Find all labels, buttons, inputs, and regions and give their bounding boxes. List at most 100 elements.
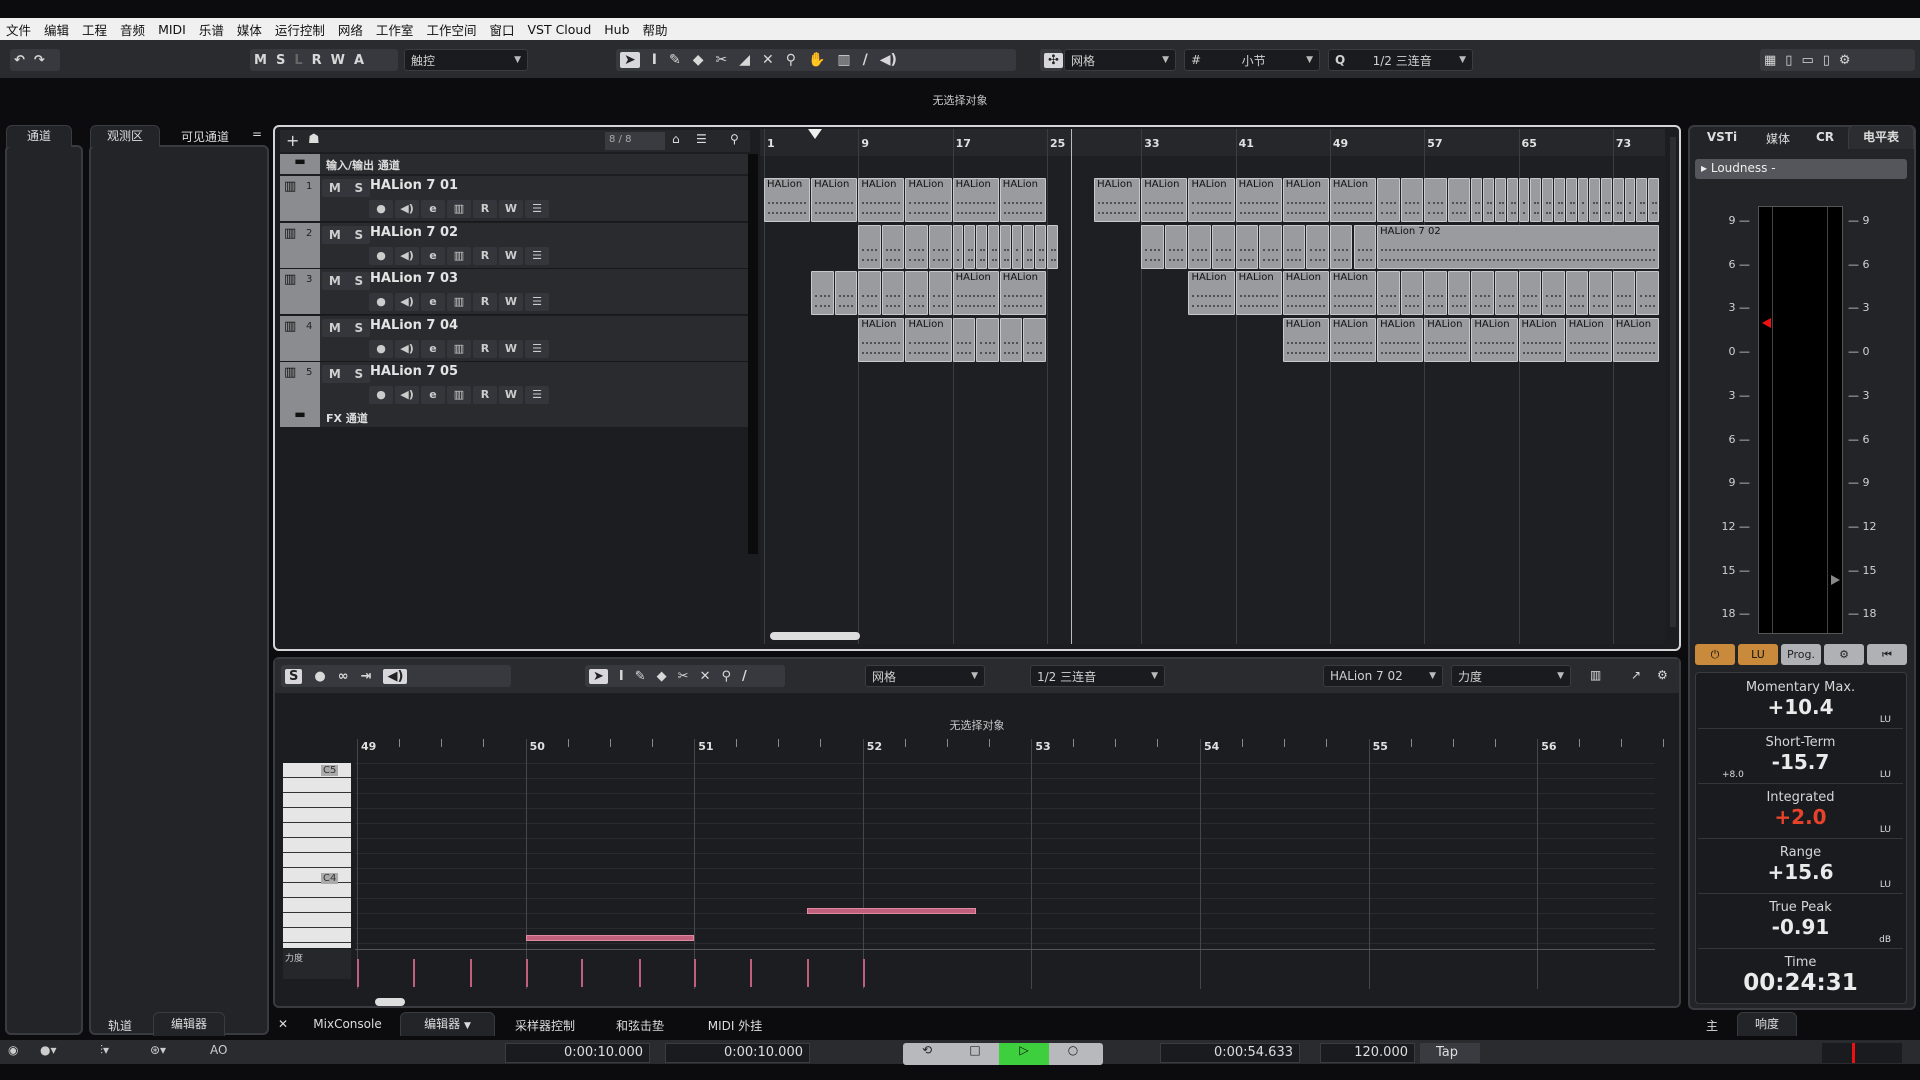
add-folder-icon[interactable]: ☗ — [308, 132, 320, 147]
midi-part[interactable] — [1589, 178, 1601, 222]
midi-part[interactable]: HALion — [858, 317, 905, 362]
midi-part[interactable]: HALion 7 02 — [1377, 224, 1660, 269]
controller-dropdown[interactable]: 力度 ▼ — [1451, 665, 1571, 687]
midi-part[interactable] — [952, 224, 964, 269]
object-selection-tool-icon[interactable]: ➤ — [589, 668, 608, 684]
monitor-icon[interactable]: ◀) — [395, 246, 419, 265]
midi-note[interactable] — [807, 908, 976, 914]
piano-keyboard[interactable]: C5 C4 — [283, 763, 351, 948]
midi-part[interactable] — [1518, 271, 1542, 315]
midi-part[interactable] — [1447, 271, 1471, 315]
mute-tool-icon[interactable]: ✕ — [700, 669, 711, 684]
midi-part[interactable] — [1553, 178, 1565, 222]
hand-tool-icon[interactable]: ✋ — [808, 52, 825, 68]
midi-part[interactable] — [976, 317, 999, 362]
midi-part[interactable] — [905, 271, 929, 315]
midi-part[interactable] — [964, 224, 976, 269]
write-button[interactable]: W — [499, 200, 523, 218]
write-button[interactable]: W — [499, 246, 523, 265]
midi-part[interactable]: HALion — [952, 178, 999, 222]
track-name[interactable]: HALion 7 04 — [370, 318, 458, 333]
midi-part[interactable] — [1329, 224, 1353, 269]
expand-icon[interactable]: ↗ — [1631, 668, 1641, 682]
menu-window[interactable]: 窗口 — [489, 20, 514, 39]
tab-mixconsole[interactable]: MixConsole — [305, 1017, 390, 1031]
mute-tool-icon[interactable]: ✕ — [762, 52, 774, 68]
grid-type-dropdown[interactable]: # 小节 ▼ — [1184, 49, 1320, 71]
mute-all-button[interactable]: M — [254, 53, 267, 68]
midi-part[interactable] — [1471, 271, 1494, 315]
tab-vsti[interactable]: VSTi — [1702, 130, 1742, 144]
tab-visible-channels[interactable]: 可见通道 — [170, 128, 240, 145]
keyboard-icon[interactable]: ▥ — [447, 200, 471, 218]
midi-part[interactable] — [1471, 178, 1483, 222]
midi-part[interactable] — [1282, 224, 1306, 269]
midi-note[interactable] — [525, 935, 695, 941]
write-button[interactable]: W — [499, 339, 523, 358]
mute-button[interactable]: M — [329, 181, 341, 195]
tab-media[interactable]: 媒体 — [1758, 130, 1798, 147]
automation-button[interactable]: A — [354, 53, 364, 68]
velocity-bar[interactable] — [862, 959, 865, 987]
midi-part[interactable] — [1212, 224, 1235, 269]
menu-vst-cloud[interactable]: VST Cloud — [527, 22, 591, 37]
read-button[interactable]: R — [473, 386, 497, 404]
solo-editor-icon[interactable]: S — [285, 668, 303, 684]
track-name[interactable]: HALion 7 02 — [370, 225, 458, 240]
midi-part[interactable] — [1141, 224, 1164, 269]
record-enable-icon[interactable]: ● — [369, 339, 393, 358]
midi-part[interactable]: HALion — [1094, 178, 1141, 222]
keyboard-icon[interactable]: ▥ — [1590, 668, 1601, 682]
midi-part[interactable] — [952, 317, 976, 362]
midi-part[interactable] — [1188, 224, 1212, 269]
menu-audio[interactable]: 音频 — [120, 20, 145, 39]
midi-part[interactable] — [1565, 271, 1589, 315]
midi-part[interactable] — [1636, 271, 1660, 315]
midi-part[interactable]: HALion — [1282, 317, 1329, 362]
record-mode-icon[interactable]: ●▾ — [40, 1043, 57, 1057]
midi-part[interactable] — [1506, 178, 1518, 222]
split-tool-icon[interactable]: ✂ — [715, 52, 727, 68]
midi-part[interactable] — [811, 271, 834, 315]
track-header[interactable]: ▥ 5 MS HALion 7 05 ● ◀) e ▥ R W ☰ — [280, 362, 748, 408]
read-button[interactable]: R — [473, 339, 497, 358]
record-enable-icon[interactable]: ● — [369, 293, 393, 311]
pre-roll-icon[interactable]: ⊛▾ — [150, 1043, 166, 1057]
midi-part[interactable] — [1494, 178, 1506, 222]
midi-part[interactable]: HALion — [858, 178, 905, 222]
solo-button[interactable]: S — [354, 181, 363, 195]
line-tool-icon[interactable]: / — [863, 52, 868, 68]
settings-icon[interactable]: ⚙ — [1839, 53, 1851, 68]
midi-part[interactable]: HALion — [999, 271, 1046, 315]
split-tool-icon[interactable]: ✂ — [678, 669, 689, 684]
tab-cr[interactable]: CR — [1810, 130, 1840, 144]
solo-button[interactable]: S — [354, 367, 363, 381]
object-selection-tool-icon[interactable]: ➤ — [620, 52, 640, 68]
solo-button[interactable]: S — [354, 228, 363, 242]
tab-observation[interactable]: 观测区 — [90, 125, 160, 147]
editor-quantize-dropdown[interactable]: 1/2 三连音 ▼ — [1030, 665, 1165, 687]
erase-tool-icon[interactable]: ◆ — [657, 669, 667, 684]
menu-hub[interactable]: Hub — [604, 22, 629, 37]
solo-button[interactable]: S — [354, 274, 363, 288]
midi-part[interactable]: HALion — [1612, 317, 1660, 362]
velocity-bar[interactable] — [357, 959, 359, 987]
play-tool-icon[interactable]: ◀) — [880, 52, 897, 68]
keyboard-icon[interactable]: ▦ — [1764, 53, 1776, 68]
menu-edit[interactable]: 编辑 — [44, 20, 69, 39]
midi-part[interactable]: HALion — [1329, 271, 1377, 315]
keyboard-icon[interactable]: ▥ — [447, 386, 471, 404]
tab-meter[interactable]: 电平表 — [1848, 125, 1914, 149]
midi-part[interactable] — [1424, 271, 1447, 315]
menu-studio[interactable]: 工作室 — [376, 20, 414, 39]
monitor-icon[interactable]: ◀) — [395, 293, 419, 311]
mute-button[interactable]: M — [329, 321, 341, 335]
menu-help[interactable]: 帮助 — [643, 20, 668, 39]
midi-part[interactable] — [1612, 271, 1636, 315]
midi-part[interactable]: HALion — [905, 317, 952, 362]
lower-zone-icon[interactable]: ▭ — [1801, 53, 1813, 68]
part-dropdown[interactable]: HALion 7 02 ▼ — [1323, 665, 1443, 687]
tab-sampler-control[interactable]: 采样器控制 — [510, 1017, 580, 1034]
menu-score[interactable]: 乐谱 — [199, 20, 224, 39]
power-button[interactable]: ⏻ — [1695, 644, 1735, 665]
